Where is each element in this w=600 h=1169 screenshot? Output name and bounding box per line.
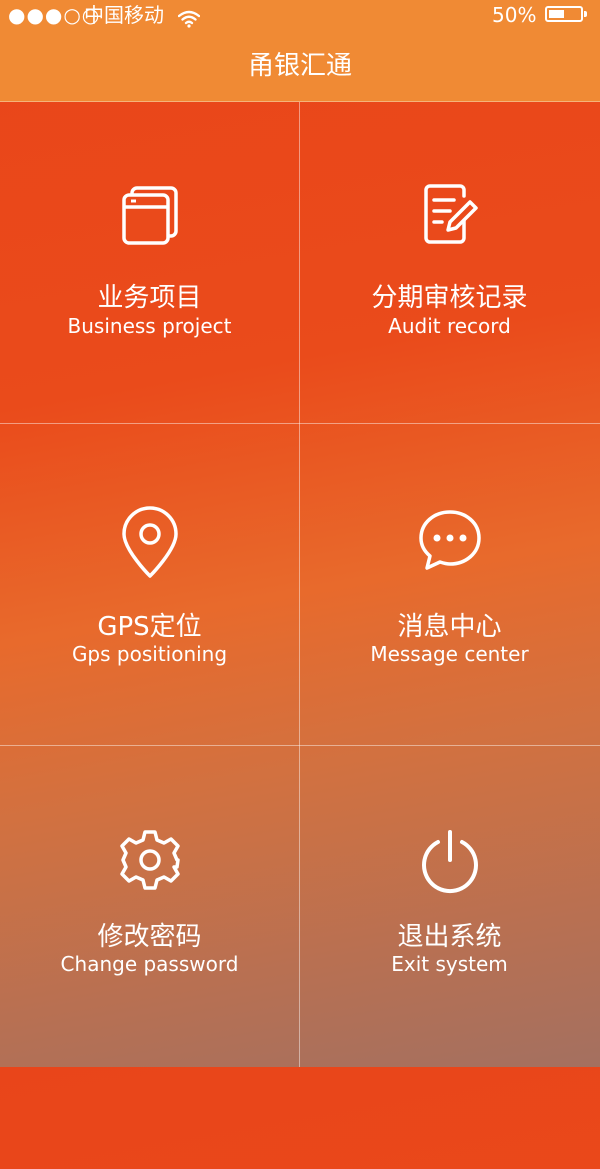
page-title: 甬银汇通 xyxy=(247,51,352,81)
menu-item-change-password[interactable]: 修改密码 Change password xyxy=(0,746,299,1067)
browser-window-icon xyxy=(118,182,182,250)
menu-grid: 业务项目 Business project 分期审核记录 Audit recor… xyxy=(0,102,600,1169)
menu-item-label-en: Gps positioning xyxy=(71,642,228,666)
carrier-name: 中国移动 xyxy=(84,3,164,27)
status-bar: ●●●○○ 中国移动 50% xyxy=(0,0,600,30)
menu-item-gps-positioning[interactable]: GPS定位 Gps positioning xyxy=(0,424,299,745)
grid-divider-vertical xyxy=(299,102,300,1067)
battery-percent: 50% xyxy=(492,3,537,27)
menu-item-business-project[interactable]: 业务项目 Business project xyxy=(0,102,299,423)
menu-item-label-en: Audit record xyxy=(388,314,511,338)
battery-fill xyxy=(549,10,564,18)
menu-item-label-en: Exit system xyxy=(391,952,508,976)
menu-item-label-cn: 业务项目 xyxy=(97,283,202,313)
grid-divider-horizontal xyxy=(0,745,600,746)
document-edit-icon xyxy=(418,182,482,250)
menu-item-message-center[interactable]: 消息中心 Message center xyxy=(300,424,599,745)
chat-bubble-icon xyxy=(417,508,483,576)
menu-item-exit-system[interactable]: 退出系统 Exit system xyxy=(300,746,599,1067)
app-header: 甬银汇通 xyxy=(0,30,600,102)
menu-item-label-en: Change password xyxy=(60,952,239,976)
menu-item-label-cn: GPS定位 xyxy=(97,612,202,642)
grid-divider-horizontal xyxy=(0,423,600,424)
menu-item-label-en: Message center xyxy=(370,642,529,666)
power-icon xyxy=(418,828,482,898)
menu-item-label-cn: 退出系统 xyxy=(397,922,502,952)
menu-item-label-cn: 消息中心 xyxy=(397,612,502,642)
menu-item-label-cn: 修改密码 xyxy=(97,922,202,952)
menu-item-audit-record[interactable]: 分期审核记录 Audit record xyxy=(300,102,599,423)
battery-icon xyxy=(545,6,587,22)
menu-item-label-en: Business project xyxy=(67,314,232,338)
menu-item-label-cn: 分期审核记录 xyxy=(371,283,528,313)
map-pin-icon xyxy=(118,506,182,584)
gear-icon xyxy=(118,828,182,896)
